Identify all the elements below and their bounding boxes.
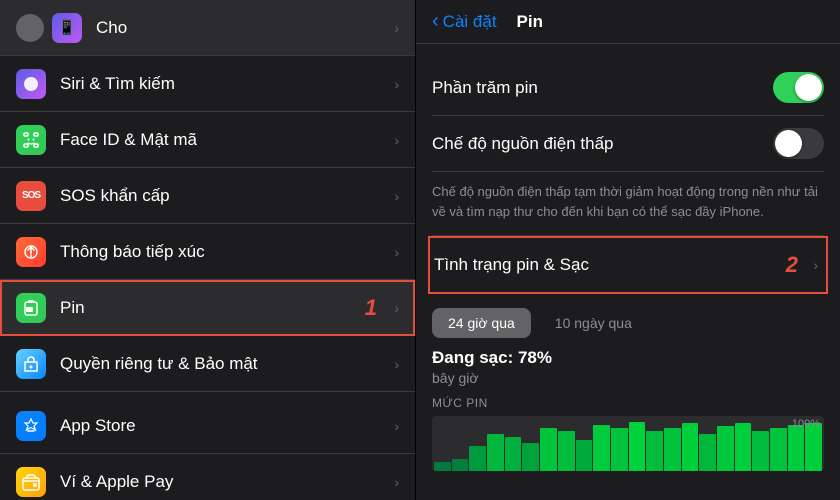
low-power-description: Chế độ nguồn điện thấp tạm thời giảm hoạ…	[432, 172, 824, 236]
chevron-icon: ›	[394, 356, 399, 372]
siri-icon	[16, 69, 46, 99]
chevron-icon: ›	[394, 474, 399, 490]
tinh-trang-row[interactable]: Tình trạng pin & Sạc 2 ›	[428, 236, 828, 294]
sidebar-item-thongbao[interactable]: Thông báo tiếp xúc ›	[0, 224, 415, 280]
chart-100-label: 100%	[792, 418, 820, 430]
tinh-trang-chevron-icon: ›	[813, 257, 818, 273]
phan-tram-pin-label: Phần trăm pin	[432, 78, 538, 98]
sidebar-item-appstore[interactable]: App Store ›	[0, 398, 415, 454]
muc-pin-label: MỨC PIN	[432, 396, 824, 410]
chart-bar	[558, 431, 575, 471]
chevron-icon: ›	[394, 20, 399, 36]
chart-bar	[434, 462, 451, 471]
sidebar-item-siri[interactable]: Siri & Tìm kiếm ›	[0, 56, 415, 112]
chevron-icon: ›	[394, 244, 399, 260]
sidebar-item-quyen[interactable]: Quyền riêng tư & Bảo mật ›	[0, 336, 415, 392]
sidebar-item-vi[interactable]: Ví & Apple Pay ›	[0, 454, 415, 500]
pin-icon	[16, 293, 46, 323]
chart-bar	[682, 423, 699, 471]
phan-tram-pin-row: Phần trăm pin	[432, 60, 824, 116]
appstore-icon	[16, 411, 46, 441]
sidebar-item-label: Face ID & Mật mã	[60, 130, 394, 150]
back-label: Cài đặt	[443, 12, 497, 32]
badge-2: 2	[786, 252, 798, 278]
chart-bar	[770, 428, 787, 471]
phan-tram-pin-toggle[interactable]	[773, 72, 824, 103]
tab-10d[interactable]: 10 ngày qua	[539, 308, 648, 338]
sidebar-item-label: App Store	[60, 416, 394, 436]
chart-bar	[487, 434, 504, 471]
chart-bar	[646, 431, 663, 471]
chart-bar	[611, 428, 628, 471]
settings-left-panel: 📱 Cho › Siri & Tìm kiếm › Face ID & Mật	[0, 0, 415, 500]
chart-bar	[452, 459, 469, 471]
sidebar-item-label: Quyền riêng tư & Bảo mật	[60, 354, 394, 374]
back-button[interactable]: ‹ Cài đặt	[432, 10, 497, 33]
right-body: Phần trăm pin Chế độ nguồn điện thấp Chế…	[416, 44, 840, 487]
sidebar-item-pin[interactable]: Pin › 1	[0, 280, 415, 336]
sidebar-item-label: Siri & Tìm kiếm	[60, 74, 394, 94]
tab-24h[interactable]: 24 giờ qua	[432, 308, 531, 338]
che-do-nguon-row: Chế độ nguồn điện thấp	[432, 116, 824, 172]
chart-bar	[593, 425, 610, 471]
chevron-icon: ›	[394, 76, 399, 92]
chart-bar	[629, 422, 646, 472]
battery-chart: 100%	[432, 416, 824, 471]
cho-icon: 📱	[52, 13, 82, 43]
sidebar-item-label: Pin	[60, 298, 394, 318]
chevron-icon: ›	[394, 132, 399, 148]
charging-title: Đang sạc: 78%	[432, 348, 824, 368]
chart-bar	[699, 434, 716, 471]
chart-bar	[469, 446, 486, 471]
badge-1: 1	[365, 295, 377, 321]
chart-bars	[432, 416, 824, 471]
vi-icon	[16, 467, 46, 497]
sidebar-item-label: SOS khẩn cấp	[60, 186, 394, 206]
sidebar-item-label: Thông báo tiếp xúc	[60, 242, 394, 262]
che-do-nguon-toggle[interactable]	[773, 128, 824, 159]
chart-bar	[540, 428, 557, 471]
sidebar-item-sos[interactable]: SOS SOS khẩn cấp ›	[0, 168, 415, 224]
chevron-icon: ›	[394, 418, 399, 434]
chart-bar	[576, 440, 593, 471]
sidebar-item-label: Cho	[96, 18, 394, 38]
sos-icon: SOS	[16, 181, 46, 211]
scroll-indicator	[16, 14, 44, 42]
time-tabs: 24 giờ qua 10 ngày qua	[432, 308, 824, 338]
quyen-icon	[16, 349, 46, 379]
sidebar-item-faceid[interactable]: Face ID & Mật mã ›	[0, 112, 415, 168]
back-chevron-icon: ‹	[432, 10, 439, 33]
thongbao-icon	[16, 237, 46, 267]
tinh-trang-label: Tình trạng pin & Sạc	[434, 255, 589, 275]
chart-bar	[664, 428, 681, 471]
settings-right-panel: ‹ Cài đặt Pin Phần trăm pin Chế độ nguồn…	[416, 0, 840, 500]
right-header: ‹ Cài đặt Pin	[416, 0, 840, 44]
page-title: Pin	[517, 12, 543, 32]
chart-bar	[788, 425, 805, 471]
sidebar-item-cho[interactable]: 📱 Cho ›	[0, 0, 415, 56]
chevron-icon: ›	[394, 300, 399, 316]
chevron-icon: ›	[394, 188, 399, 204]
chart-bar	[717, 426, 734, 471]
charging-sub: bây giờ	[432, 370, 824, 386]
chart-bar	[505, 437, 522, 471]
faceid-icon	[16, 125, 46, 155]
sidebar-item-label: Ví & Apple Pay	[60, 472, 394, 492]
che-do-nguon-label: Chế độ nguồn điện thấp	[432, 134, 614, 154]
chart-bar	[735, 423, 752, 471]
chart-bar	[522, 443, 539, 471]
chart-bar	[752, 431, 769, 471]
